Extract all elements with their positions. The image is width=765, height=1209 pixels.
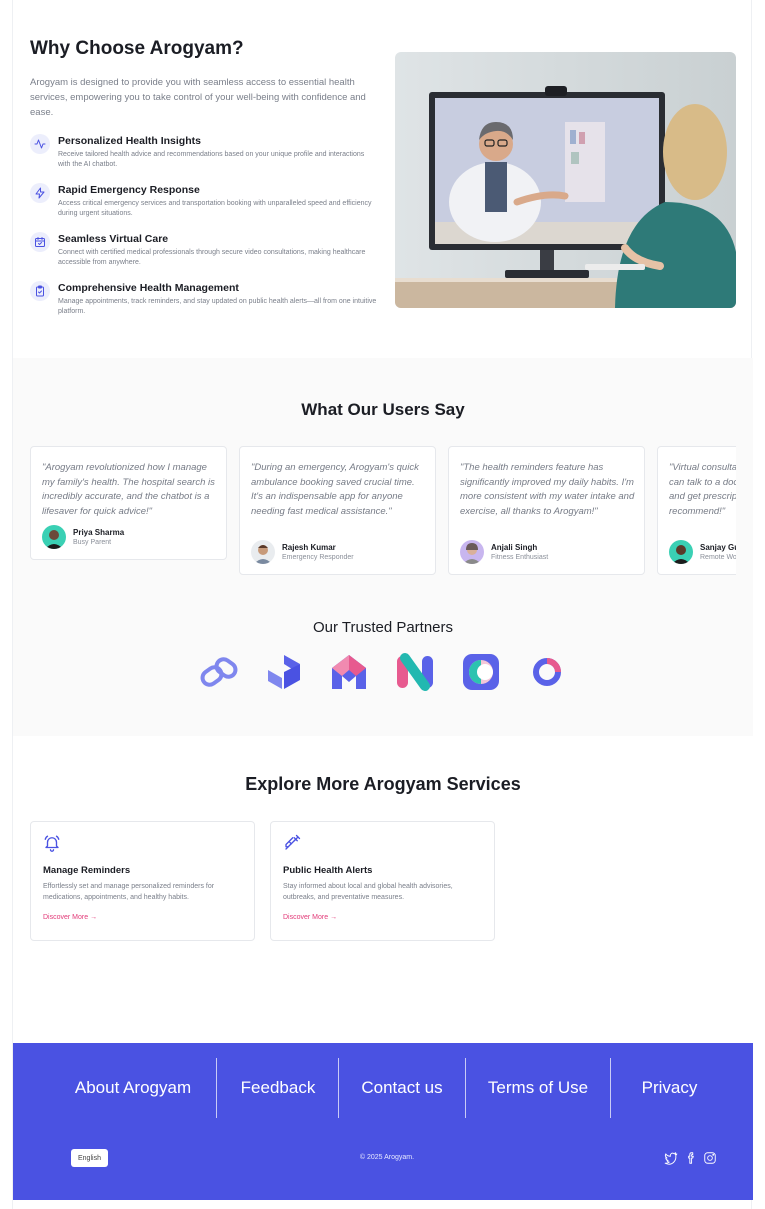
footer-link-contact[interactable]: Contact us: [340, 1058, 464, 1118]
testimonial-quote: "During an emergency, Arogyam's quick am…: [251, 462, 419, 517]
footer-link-feedback[interactable]: Feedback: [218, 1058, 338, 1118]
testimonial-name: Anjali Singh: [491, 543, 538, 552]
testimonial-card: "The health reminders feature has signif…: [448, 446, 645, 575]
page: Why Choose Arogyam? Arogyam is designed …: [12, 0, 753, 1209]
activity-icon: [30, 134, 50, 154]
feature-virtual-care: Seamless Virtual Care Connect with certi…: [30, 232, 380, 272]
service-desc: Stay informed about local and global hea…: [283, 883, 453, 901]
discover-more-link[interactable]: Discover More →: [43, 914, 97, 921]
facebook-icon[interactable]: [684, 1151, 698, 1165]
footer-link-privacy[interactable]: Privacy: [612, 1058, 727, 1118]
twitter-icon[interactable]: [664, 1151, 678, 1165]
feature-health-management: Comprehensive Health Management Manage a…: [30, 281, 380, 321]
partner-logo-ribbon: [397, 653, 433, 691]
avatar: [42, 525, 66, 549]
testimonial-role: Fitness Enthusiast: [491, 554, 549, 561]
testimonial-card: "During an emergency, Arogyam's quick am…: [239, 446, 436, 575]
service-title: Public Health Alerts: [283, 865, 373, 876]
syringe-icon: [285, 834, 301, 850]
footer-divider: [338, 1058, 339, 1118]
avatar: [669, 540, 693, 564]
feature-desc: Connect with certified medical professio…: [58, 249, 366, 266]
testimonial-role: Emergency Responder: [282, 554, 354, 561]
footer-link-terms[interactable]: Terms of Use: [467, 1058, 609, 1118]
copyright-text: © 2025 Arogyam.: [359, 1154, 415, 1161]
partner-logo-arrow-cube: [268, 655, 300, 689]
instagram-icon[interactable]: [703, 1151, 717, 1165]
feature-desc: Access critical emergency services and t…: [58, 200, 372, 217]
feature-desc: Manage appointments, track reminders, an…: [58, 298, 377, 315]
testimonials-section: What Our Users Say "Arogyam revolutioniz…: [13, 358, 753, 736]
testimonial-name: Rajesh Kumar: [282, 543, 336, 552]
testimonial-quote: "The health reminders feature has signif…: [460, 462, 635, 517]
service-card-reminders[interactable]: Manage Reminders Effortlessly set and ma…: [30, 821, 255, 941]
feature-title: Personalized Health Insights: [58, 135, 201, 147]
testimonial-card: "Virtual consultations are so convenient…: [657, 446, 736, 575]
service-desc: Effortlessly set and manage personalized…: [43, 883, 215, 901]
why-choose-intro: Arogyam is designed to provide you with …: [30, 77, 366, 118]
testimonial-name: Priya Sharma: [73, 528, 125, 537]
footer: About Arogyam Feedback Contact us Terms …: [13, 1043, 753, 1200]
testimonial-quote: "Virtual consultations are so convenient…: [669, 462, 736, 517]
feature-rapid-emergency: Rapid Emergency Response Access critical…: [30, 183, 380, 223]
testimonial-role: Remote Worker: [700, 554, 736, 561]
feature-personalized-insights: Personalized Health Insights Receive tai…: [30, 134, 380, 174]
feature-title: Comprehensive Health Management: [58, 282, 239, 294]
lightning-icon: [30, 183, 50, 203]
testimonials-carousel[interactable]: "Arogyam revolutionized how I manage my …: [30, 446, 736, 578]
services-title: Explore More Arogyam Services: [245, 774, 521, 794]
bell-icon: [44, 835, 60, 852]
services-section: Explore More Arogyam Services Manage Rem…: [13, 736, 753, 1043]
telehealth-hero-image: [395, 52, 736, 308]
partner-logo-ring: [533, 658, 561, 686]
service-title: Manage Reminders: [43, 865, 131, 876]
service-card-health-alerts[interactable]: Public Health Alerts Stay informed about…: [270, 821, 495, 941]
discover-more-link[interactable]: Discover More →: [283, 914, 337, 921]
partner-logo-house: [332, 655, 366, 689]
calendar-check-icon: [30, 232, 50, 252]
footer-divider: [216, 1058, 217, 1118]
why-choose-title: Why Choose Arogyam?: [30, 38, 244, 59]
footer-divider: [610, 1058, 611, 1118]
testimonial-name: Sanjay Gupta: [700, 543, 736, 552]
avatar: [251, 540, 275, 564]
feature-desc: Receive tailored health advice and recom…: [58, 151, 365, 168]
testimonial-card: "Arogyam revolutionized how I manage my …: [30, 446, 227, 560]
testimonial-role: Busy Parent: [73, 539, 112, 546]
partner-logo-link: [200, 657, 238, 687]
footer-link-about[interactable]: About Arogyam: [58, 1058, 208, 1118]
feature-title: Rapid Emergency Response: [58, 184, 200, 196]
testimonials-title: What Our Users Say: [301, 400, 465, 419]
feature-title: Seamless Virtual Care: [58, 233, 169, 245]
why-choose-section: Why Choose Arogyam? Arogyam is designed …: [13, 0, 753, 358]
footer-divider: [465, 1058, 466, 1118]
testimonial-quote: "Arogyam revolutionized how I manage my …: [42, 462, 215, 517]
avatar: [460, 540, 484, 564]
clipboard-check-icon: [30, 281, 50, 301]
partner-logo-square-ring: [463, 654, 499, 690]
partners-title: Our Trusted Partners: [312, 619, 454, 636]
